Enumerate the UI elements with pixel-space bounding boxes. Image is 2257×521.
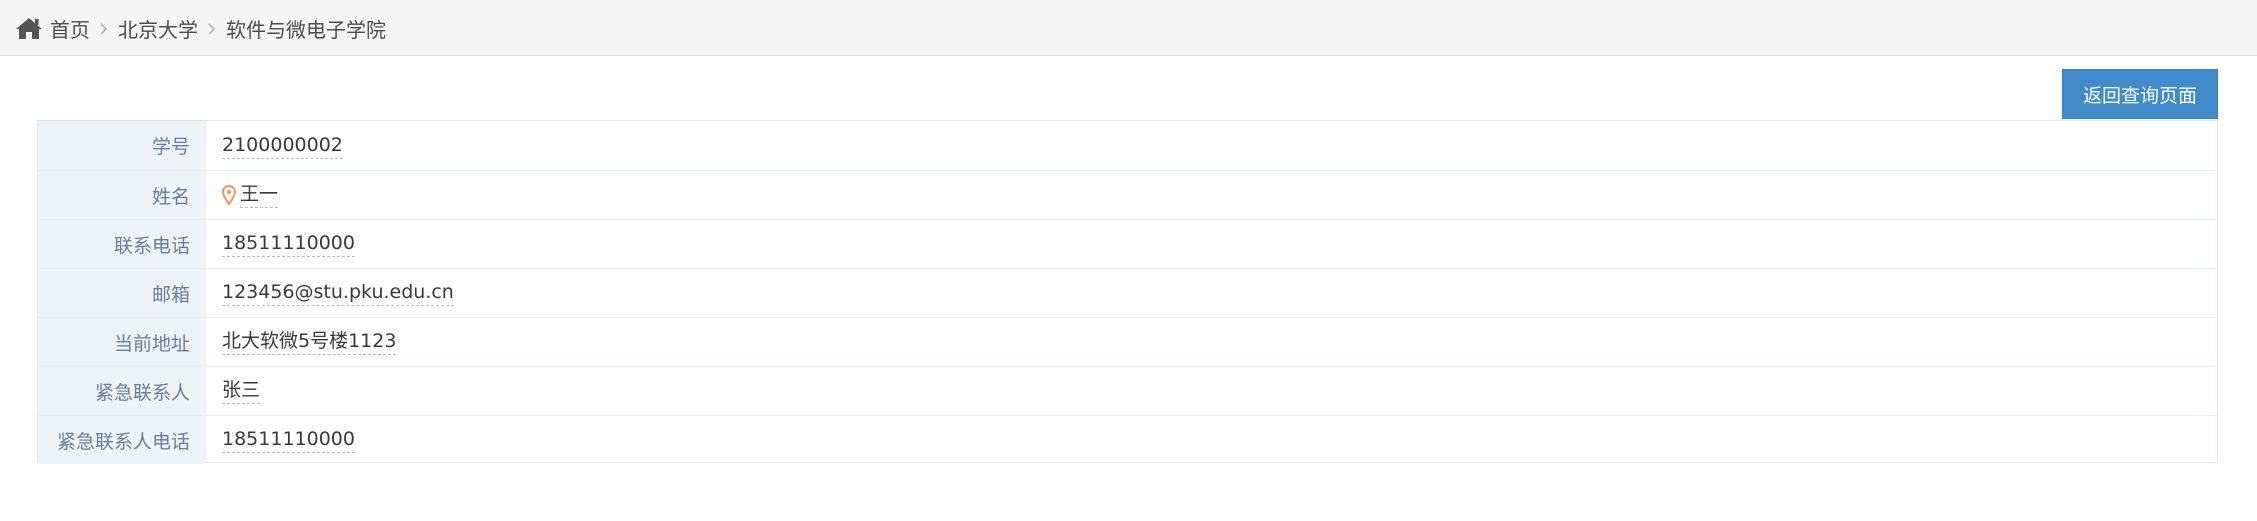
emergency-phone-value[interactable]: 18511110000 bbox=[222, 427, 355, 453]
chevron-right-icon bbox=[198, 18, 226, 39]
profile-row-email: 邮箱 123456@stu.pku.edu.cn bbox=[38, 268, 2217, 317]
home-icon[interactable] bbox=[14, 15, 44, 41]
breadcrumb-home[interactable]: 首页 bbox=[50, 14, 90, 43]
profile-row-address: 当前地址 北大软微5号楼1123 bbox=[38, 317, 2217, 366]
address-value[interactable]: 北大软微5号楼1123 bbox=[222, 329, 397, 355]
email-value[interactable]: 123456@stu.pku.edu.cn bbox=[222, 280, 454, 306]
profile-row-emergency-phone: 紧急联系人电话 18511110000 bbox=[38, 415, 2217, 464]
breadcrumb-item-university[interactable]: 北京大学 bbox=[118, 14, 198, 43]
profile-row-emergency-contact: 紧急联系人 张三 bbox=[38, 366, 2217, 415]
field-label: 学号 bbox=[38, 121, 206, 170]
field-label: 紧急联系人电话 bbox=[38, 416, 206, 464]
breadcrumb: 首页 北京大学 软件与微电子学院 bbox=[14, 0, 386, 56]
breadcrumb-item-school: 软件与微电子学院 bbox=[226, 17, 386, 42]
profile-row-phone: 联系电话 18511110000 bbox=[38, 219, 2217, 268]
breadcrumb-bar: 首页 北京大学 软件与微电子学院 bbox=[0, 0, 2257, 56]
student-id-value[interactable]: 2100000002 bbox=[222, 133, 343, 159]
field-label: 姓名 bbox=[38, 171, 206, 219]
profile-row-name: 姓名 王一 bbox=[38, 170, 2217, 219]
field-label: 联系电话 bbox=[38, 220, 206, 268]
field-label: 紧急联系人 bbox=[38, 367, 206, 415]
emergency-contact-value[interactable]: 张三 bbox=[222, 378, 261, 404]
back-to-query-button[interactable]: 返回查询页面 bbox=[2062, 69, 2218, 119]
phone-value[interactable]: 18511110000 bbox=[222, 231, 355, 257]
profile-info-table: 学号 2100000002 姓名 王一 联系电话 18511110000 邮箱 … bbox=[37, 120, 2218, 464]
name-value[interactable]: 王一 bbox=[240, 182, 279, 208]
field-label: 当前地址 bbox=[38, 318, 206, 366]
field-label: 邮箱 bbox=[38, 269, 206, 317]
profile-row-student-id: 学号 2100000002 bbox=[38, 121, 2217, 170]
chevron-right-icon bbox=[90, 18, 118, 39]
map-marker-icon bbox=[221, 184, 237, 206]
